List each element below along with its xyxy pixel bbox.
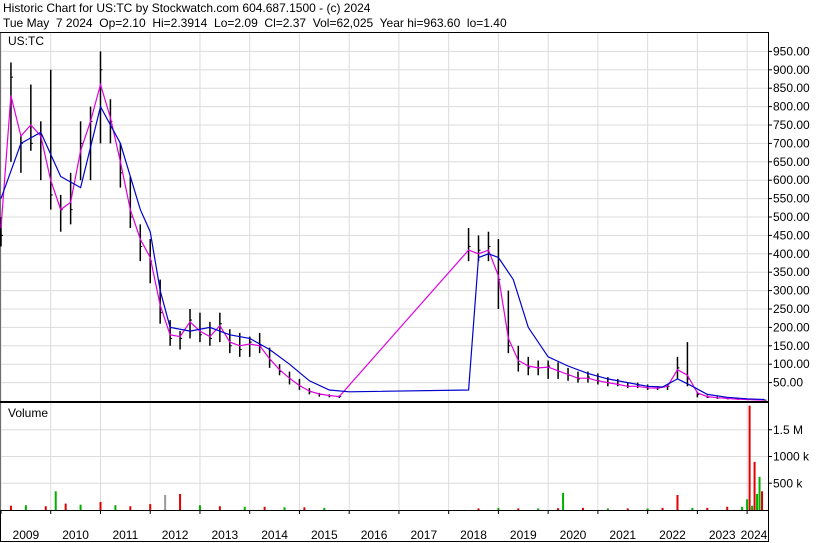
volume-bar: [54, 491, 57, 510]
volume-bar: [9, 505, 12, 510]
price-tick-label: 750.00: [773, 118, 810, 132]
year-tick-label: 2020: [560, 528, 587, 542]
volume-bar: [323, 507, 326, 510]
price-axis: 50.00 100.00 150.00 200.00 250.00 300.00 350.0…: [768, 44, 810, 390]
year-tick-label: 2011: [112, 528, 138, 542]
volume-tick-label: 1000 k: [773, 450, 810, 464]
volume-bar: [99, 501, 102, 510]
price-tick-label: 550.00: [773, 192, 810, 206]
price-tick-label: 300.00: [773, 284, 810, 298]
volume-bar: [557, 508, 560, 510]
volume-bar: [283, 507, 286, 510]
volume-bar: [114, 505, 117, 510]
volume-bar: [263, 506, 266, 510]
year-tick-label: 2018: [460, 528, 487, 542]
price-tick-label: 100.00: [773, 357, 810, 371]
price-tick-label: 950.00: [773, 44, 810, 58]
volume-label: Volume: [8, 406, 48, 420]
volume-bar: [497, 507, 500, 510]
year-tick-label: 2015: [311, 528, 338, 542]
year-tick-label: 2010: [62, 528, 89, 542]
price-tick-label: 850.00: [773, 81, 810, 95]
volume-bar: [741, 506, 744, 510]
volume-bar: [758, 476, 761, 510]
volume-bar: [164, 495, 167, 510]
volume-bar: [706, 507, 709, 510]
price-tick-label: 800.00: [773, 100, 810, 114]
volume-bar: [748, 405, 751, 510]
volume-bar: [746, 499, 749, 510]
year-tick-label: 2017: [410, 528, 437, 542]
price-tick-label: 400.00: [773, 247, 810, 261]
historic-price-chart: 50.00 100.00 150.00 200.00 250.00 300.00 350.0…: [0, 32, 810, 542]
year-tick-label: 2022: [659, 528, 686, 542]
volume-tick-label: 500 k: [773, 476, 803, 490]
volume-bar: [691, 507, 694, 510]
year-tick-label: 2019: [510, 528, 537, 542]
price-tick-label: 50.00: [773, 376, 803, 390]
volume-bar: [218, 506, 221, 510]
volume-axis: 500 k 1000 k 1.5 M: [768, 423, 810, 490]
volume-bar: [581, 507, 584, 510]
year-tick-label: 2024: [741, 528, 768, 542]
year-tick-label: 2012: [162, 528, 189, 542]
volume-bar: [517, 508, 520, 510]
volume-bar: [64, 503, 67, 510]
volume-bar: [44, 506, 47, 510]
price-tick-label: 650.00: [773, 155, 810, 169]
price-tick-label: 350.00: [773, 265, 810, 279]
volume-bar: [626, 508, 629, 510]
price-tick-label: 700.00: [773, 136, 810, 150]
ticker-label: US:TC: [8, 34, 44, 48]
price-tick-label: 500.00: [773, 210, 810, 224]
volume-bar: [243, 506, 246, 510]
year-tick-label: 2016: [361, 528, 388, 542]
price-tick-label: 450.00: [773, 228, 810, 242]
volume-bar: [756, 493, 759, 510]
volume-bar: [661, 507, 664, 510]
volume-bar: [726, 506, 729, 510]
volume-bar: [761, 491, 764, 510]
year-tick-label: 2023: [709, 528, 736, 542]
volume-bar: [477, 508, 480, 510]
volume-bar: [646, 508, 649, 510]
price-tick-label: 150.00: [773, 339, 810, 353]
price-tick-label: 600.00: [773, 173, 810, 187]
volume-bar: [179, 493, 182, 510]
volume-bar: [198, 505, 201, 510]
volume-bar: [24, 505, 27, 510]
volume-bar: [303, 507, 306, 510]
price-tick-label: 250.00: [773, 302, 810, 316]
volume-bar: [79, 504, 82, 510]
volume-tick-label: 1.5 M: [773, 423, 803, 437]
year-tick-label: 2013: [211, 528, 238, 542]
volume-bar: [562, 492, 565, 510]
year-tick-label: 2009: [13, 528, 40, 542]
volume-bar: [753, 461, 756, 510]
volume-bar: [606, 508, 609, 510]
price-tick-label: 200.00: [773, 320, 810, 334]
volume-bar: [676, 495, 679, 510]
price-tick-label: 900.00: [773, 63, 810, 77]
volume-bar: [537, 508, 540, 510]
volume-bar: [149, 504, 152, 510]
volume-bar: [129, 506, 132, 510]
volume-bar: [751, 505, 754, 510]
year-tick-label: 2021: [609, 528, 636, 542]
year-tick-label: 2014: [261, 528, 288, 542]
